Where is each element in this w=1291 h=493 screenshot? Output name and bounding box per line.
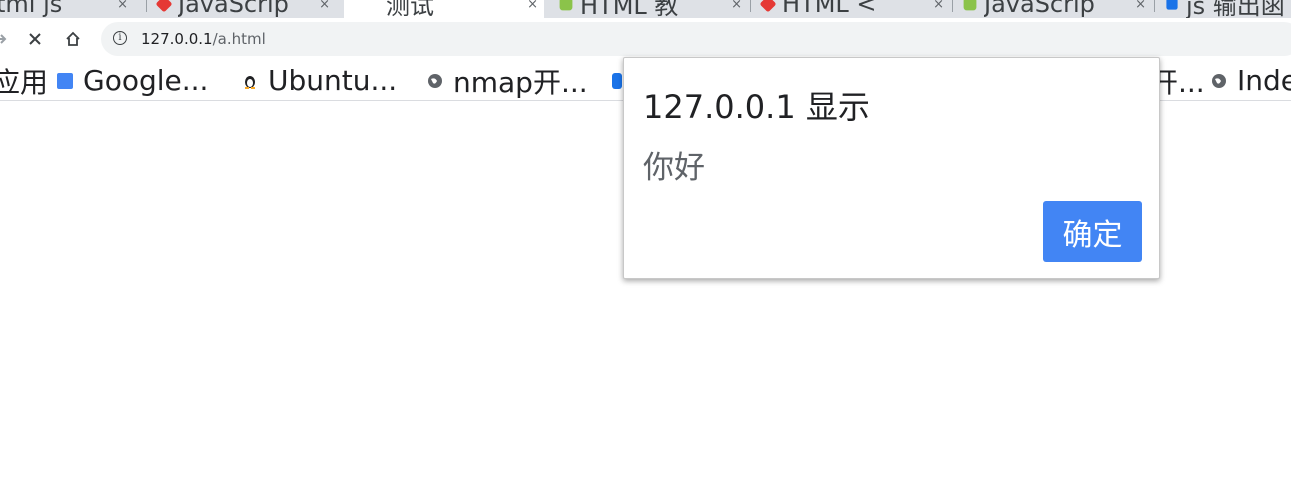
tab-close-icon[interactable]: × [731, 0, 742, 12]
bookmark-nmap[interactable]: nmap开... [427, 61, 588, 100]
alert-dialog: 127.0.0.1 显示 你好 确定 [623, 57, 1160, 279]
penguin-icon [245, 75, 255, 89]
tab-html-tutorial[interactable]: HTML 教 × [558, 0, 748, 18]
close-icon [29, 33, 41, 45]
ok-button[interactable]: 确定 [1043, 201, 1142, 262]
home-icon [66, 31, 80, 46]
globe-icon [1212, 73, 1226, 88]
forward-button[interactable] [0, 26, 13, 52]
bookmark-index[interactable]: Inde [1211, 61, 1291, 100]
blue-icon [1166, 0, 1178, 10]
tab-title: js 输出函 [1186, 0, 1285, 18]
info-icon[interactable]: i [113, 31, 127, 45]
tab-close-icon[interactable]: × [1135, 0, 1146, 12]
diamond-icon [760, 0, 777, 12]
tab-close-icon[interactable]: × [527, 0, 538, 12]
dialog-message: 你好 [643, 150, 705, 186]
tab-active-test[interactable]: 测试 × [344, 0, 544, 18]
toolbar: i 127.0.0.1/a.html [0, 18, 1291, 61]
bookmark-ubuntu[interactable]: Ubuntu... [242, 61, 397, 100]
tab-separator [1154, 0, 1155, 12]
google-translate-icon [57, 72, 73, 89]
tab-separator [146, 0, 147, 12]
stop-button[interactable] [22, 26, 48, 52]
blue-icon [612, 72, 622, 89]
tab-title: JavaScrip [178, 0, 289, 18]
tab-javascript-1[interactable]: JavaScrip × [156, 0, 336, 18]
tab-close-icon[interactable]: × [117, 0, 128, 12]
tab-title: JavaScrip [984, 0, 1095, 18]
tab-strip: tml js × JavaScrip × 测试 × HTML 教 × HTML … [0, 0, 1291, 18]
tab-title: HTML < [782, 0, 877, 18]
dialog-title: 127.0.0.1 显示 [643, 88, 870, 126]
tab-html-js[interactable]: tml js × [0, 0, 134, 18]
bookmark-label: Google... [83, 64, 209, 97]
leaf-icon [559, 0, 573, 10]
url-host: 127.0.0.1 [141, 30, 213, 48]
forward-arrow-icon [0, 34, 7, 44]
tab-title: 测试 [386, 0, 434, 18]
diamond-icon [156, 0, 173, 12]
bookmark-google-translate[interactable]: Google... [57, 61, 208, 100]
address-bar[interactable]: i 127.0.0.1/a.html [101, 22, 1291, 56]
url-text[interactable]: 127.0.0.1/a.html [141, 30, 266, 48]
bookmark-label: Ubuntu... [268, 64, 398, 97]
tab-close-icon[interactable]: × [933, 0, 944, 12]
tab-separator [952, 0, 953, 12]
bookmark-label: nmap开... [453, 65, 588, 99]
tab-js-output[interactable]: js 输出函 [1164, 0, 1291, 18]
tab-html-tag[interactable]: HTML < × [760, 0, 950, 18]
bookmark-label: Inde [1237, 64, 1291, 97]
bookmark-apps[interactable]: 应用 [0, 61, 48, 100]
tab-close-icon[interactable]: × [319, 0, 330, 12]
home-button[interactable] [60, 26, 86, 52]
tab-title: tml js [0, 0, 63, 18]
url-path: /a.html [212, 30, 266, 48]
tab-separator [750, 0, 751, 12]
tab-javascript-2[interactable]: JavaScrip × [962, 0, 1152, 18]
tab-title: HTML 教 [580, 0, 679, 18]
globe-icon [428, 73, 442, 88]
leaf-icon [963, 0, 977, 10]
bookmark-label: 应用 [0, 65, 49, 99]
